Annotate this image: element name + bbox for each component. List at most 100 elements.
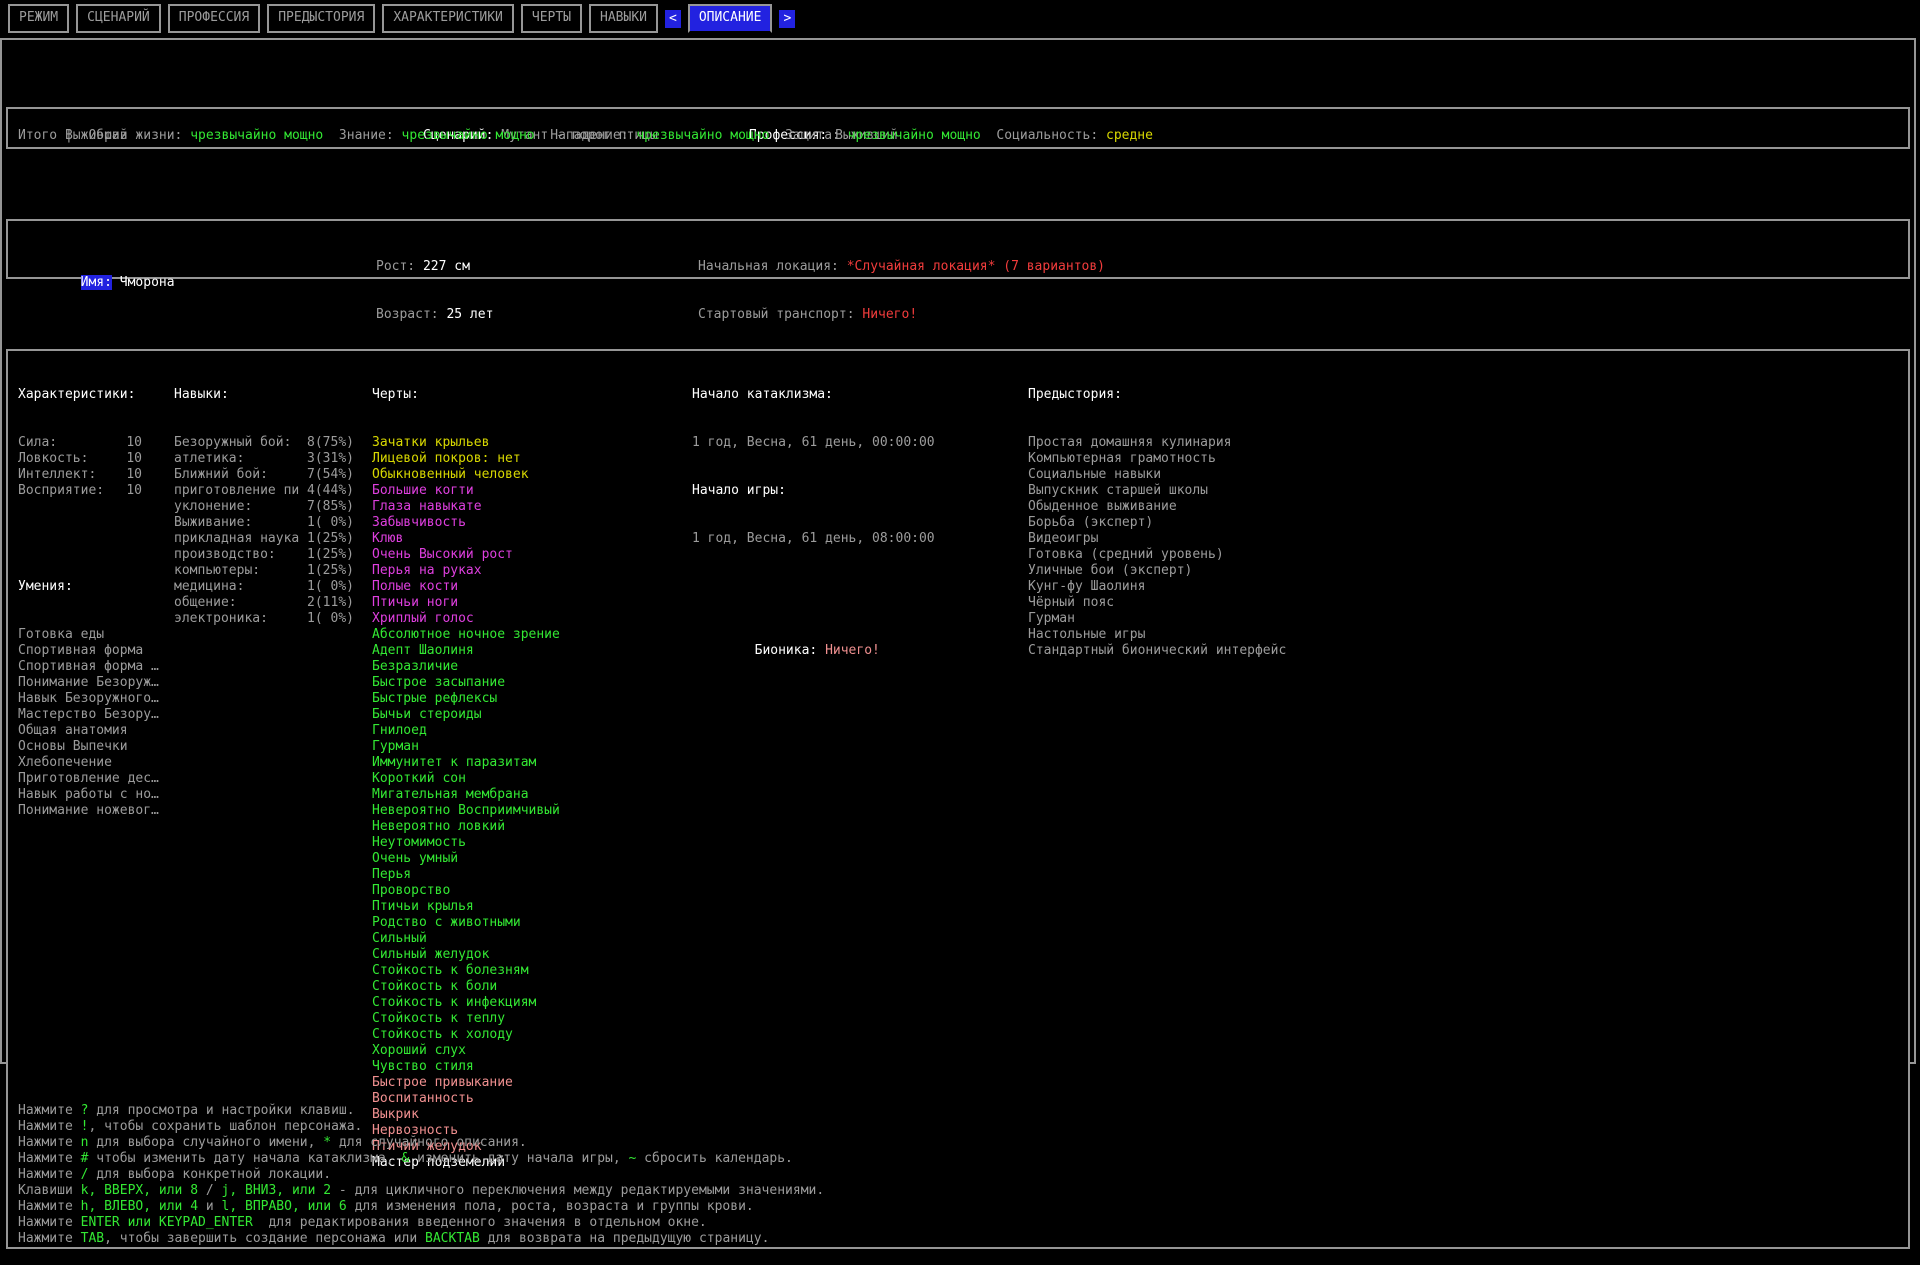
age-label: Возраст: [376,307,439,322]
stat-value: 10 [126,467,142,483]
stats-rows: Сила:10Ловкость:10Интеллект:10Восприятие… [18,435,170,499]
age-value[interactable]: 25 лет [446,307,493,322]
ability-item: Хлебопечение [18,755,170,771]
cataclysm-start-value[interactable]: 1 год, Весна, 61 день, 00:00:00 [692,435,1032,451]
stat-row: Восприятие:10 [18,483,142,499]
help-text-segment: , чтобы сохранить шаблон персонажа. [88,1119,362,1134]
trait-item: Неутомимость [372,835,622,851]
help-text-segment: сбросить календарь. [636,1151,793,1166]
help-line: Нажмите TAB, чтобы завершить создание пе… [18,1231,824,1247]
skill-name: Ближний бой: [174,467,268,483]
ability-item: Понимание ножевог… [18,803,170,819]
help-line: Нажмите ? для просмотра и настройки клав… [18,1103,824,1119]
help-text-segment: Нажмите [18,1167,81,1182]
skill-row: атлетика:3(31%) [174,451,354,467]
tab-scenario[interactable]: СЦЕНАРИЙ [76,4,161,33]
game-start-label: Начало игры: [692,483,1032,499]
trait-item: Безразличие [372,659,622,675]
character-description-screen: { "tabs": { "items": ["РЕЖИМ","СЦЕНАРИЙ"… [0,0,1920,1080]
skill-name: общение: [174,595,237,611]
tab-skills[interactable]: НАВЫКИ [589,4,658,33]
skill-value: 2(11%) [307,595,354,611]
trait-item: Адепт Шаолиня [372,643,622,659]
skill-name: электроника: [174,611,268,627]
help-line: Клавиши k, ВВЕРХ, или 8 / j, ВНИЗ, или 2… [18,1183,824,1199]
game-start-value[interactable]: 1 год, Весна, 61 день, 08:00:00 [692,531,1032,547]
skill-value: 7(54%) [307,467,354,483]
trait-item: Родство с животными [372,915,622,931]
ability-item: Мастерство Безору… [18,707,170,723]
background-column: Предыстория: Простая домашняя кулинарияК… [1028,355,1458,691]
ability-item: Навык Безоружного… [18,691,170,707]
help-text-segment: Нажмите [18,1119,81,1134]
skill-row: электроника:1( 0%) [174,611,354,627]
ability-item: Общая анатомия [18,723,170,739]
background-item: Кунг-фу Шаолиня [1028,579,1458,595]
ability-item: Навык работы с но… [18,787,170,803]
traits-column: Черты: Зачатки крыльевЛицевой покров: не… [372,355,622,1203]
trait-item: Бычьи стероиды [372,707,622,723]
skill-value: 1(25%) [307,547,354,563]
name-field[interactable]: Имя: [81,275,112,290]
trait-item: Невероятно ловкий [372,819,622,835]
skill-value: 7(85%) [307,499,354,515]
trait-item: Хороший слух [372,1043,622,1059]
total-stat-value: чрезвычайно мощно [402,128,551,143]
skills-title: Навыки: [174,387,358,403]
trait-item: Чувство стиля [372,1059,622,1075]
trait-item: Быстрые рефлексы [372,691,622,707]
help-text-segment: для выбора конкретной локации. [88,1167,331,1182]
trait-item: Перья [372,867,622,883]
total-stat-label: Образ жизни: [88,128,190,143]
tab-description[interactable]: ОПИСАНИЕ [688,4,773,33]
help-text-segment: Нажмите [18,1231,81,1246]
skill-name: Безоружный бой: [174,435,291,451]
next-tab-arrow-icon[interactable]: > [779,10,795,28]
prev-tab-arrow-icon[interactable]: < [665,10,681,28]
ability-item: Основы Выпечки [18,739,170,755]
help-key: j, ВНИЗ, или 2 [222,1183,332,1198]
help-line: Нажмите ENTER или KEYPAD_ENTER для редак… [18,1215,824,1231]
help-text-segment: , чтобы завершить создание персонажа или [104,1231,425,1246]
background-item: Видеоигры [1028,531,1458,547]
ability-item: Приготовление дес… [18,771,170,787]
tab-profession[interactable]: ПРОФЕССИЯ [168,4,260,33]
skill-row: общение: 2(11%) [174,595,354,611]
trait-item: Перья на руках [372,563,622,579]
skill-value: 1(25%) [307,531,354,547]
trait-item: Хриплый голос [372,611,622,627]
trait-item: Проворство [372,883,622,899]
stat-row: Сила:10 [18,435,142,451]
trait-item: Стойкость к болезням [372,963,622,979]
help-key: ? [81,1103,89,1118]
name-value[interactable]: Чморона [120,275,175,290]
background-item: Уличные бои (эксперт) [1028,563,1458,579]
help-text-segment: для изменения пола, роста, возраста и гр… [347,1199,754,1214]
help-text-segment: для случайного описания. [331,1135,527,1150]
skill-name: компьютеры: [174,563,260,579]
start-location-label: Начальная локация: [698,259,839,274]
background-item: Гурман [1028,611,1458,627]
skill-row: прикладная наука1(25%) [174,531,354,547]
tab-traits[interactable]: ЧЕРТЫ [521,4,582,33]
start-location-value[interactable]: *Случайная локация* (7 вариантов) [847,259,1105,274]
stat-value: 10 [126,483,142,499]
tab-stats[interactable]: ХАРАКТЕРИСТИКИ [382,4,514,33]
skill-row: медицина:1( 0%) [174,579,354,595]
background-list: Простая домашняя кулинарияКомпьютерная г… [1028,435,1458,659]
background-item: Стандартный бионический интерфейс [1028,643,1458,659]
trait-item: Гнилоед [372,723,622,739]
help-text-segment: / [198,1183,221,1198]
tab-background[interactable]: ПРЕДЫСТОРИЯ [267,4,375,33]
height-value[interactable]: 227 см [423,259,470,274]
stat-label: Ловкость: [18,451,88,467]
help-text: Нажмите ? для просмотра и настройки клав… [18,1103,824,1247]
trait-item: Лицевой покров: нет [372,451,622,467]
skill-value: 1( 0%) [307,579,354,595]
trait-item: Быстрое привыкание [372,1075,622,1091]
stats-column: Характеристики: Сила:10Ловкость:10Интелл… [18,355,170,851]
tab-bar: РЕЖИМСЦЕНАРИЙПРОФЕССИЯПРЕДЫСТОРИЯХАРАКТЕ… [8,4,795,33]
traits-title: Черты: [372,387,622,403]
skill-row: уклонение:7(85%) [174,499,354,515]
tab-mode[interactable]: РЕЖИМ [8,4,69,33]
